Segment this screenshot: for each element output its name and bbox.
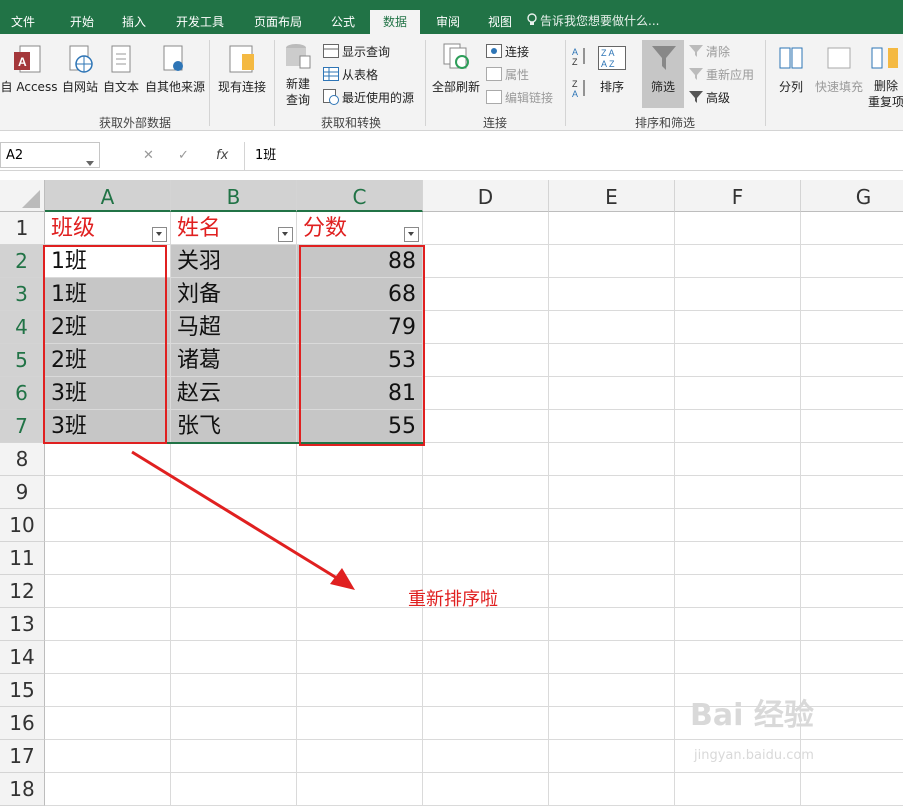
baidu-watermark-url: jingyan.baidu.com: [694, 748, 814, 763]
annotation-text: 重新排序啦: [408, 589, 498, 610]
baidu-watermark: Bai 经验: [690, 698, 814, 733]
arrow-annotation: [131, 450, 355, 590]
